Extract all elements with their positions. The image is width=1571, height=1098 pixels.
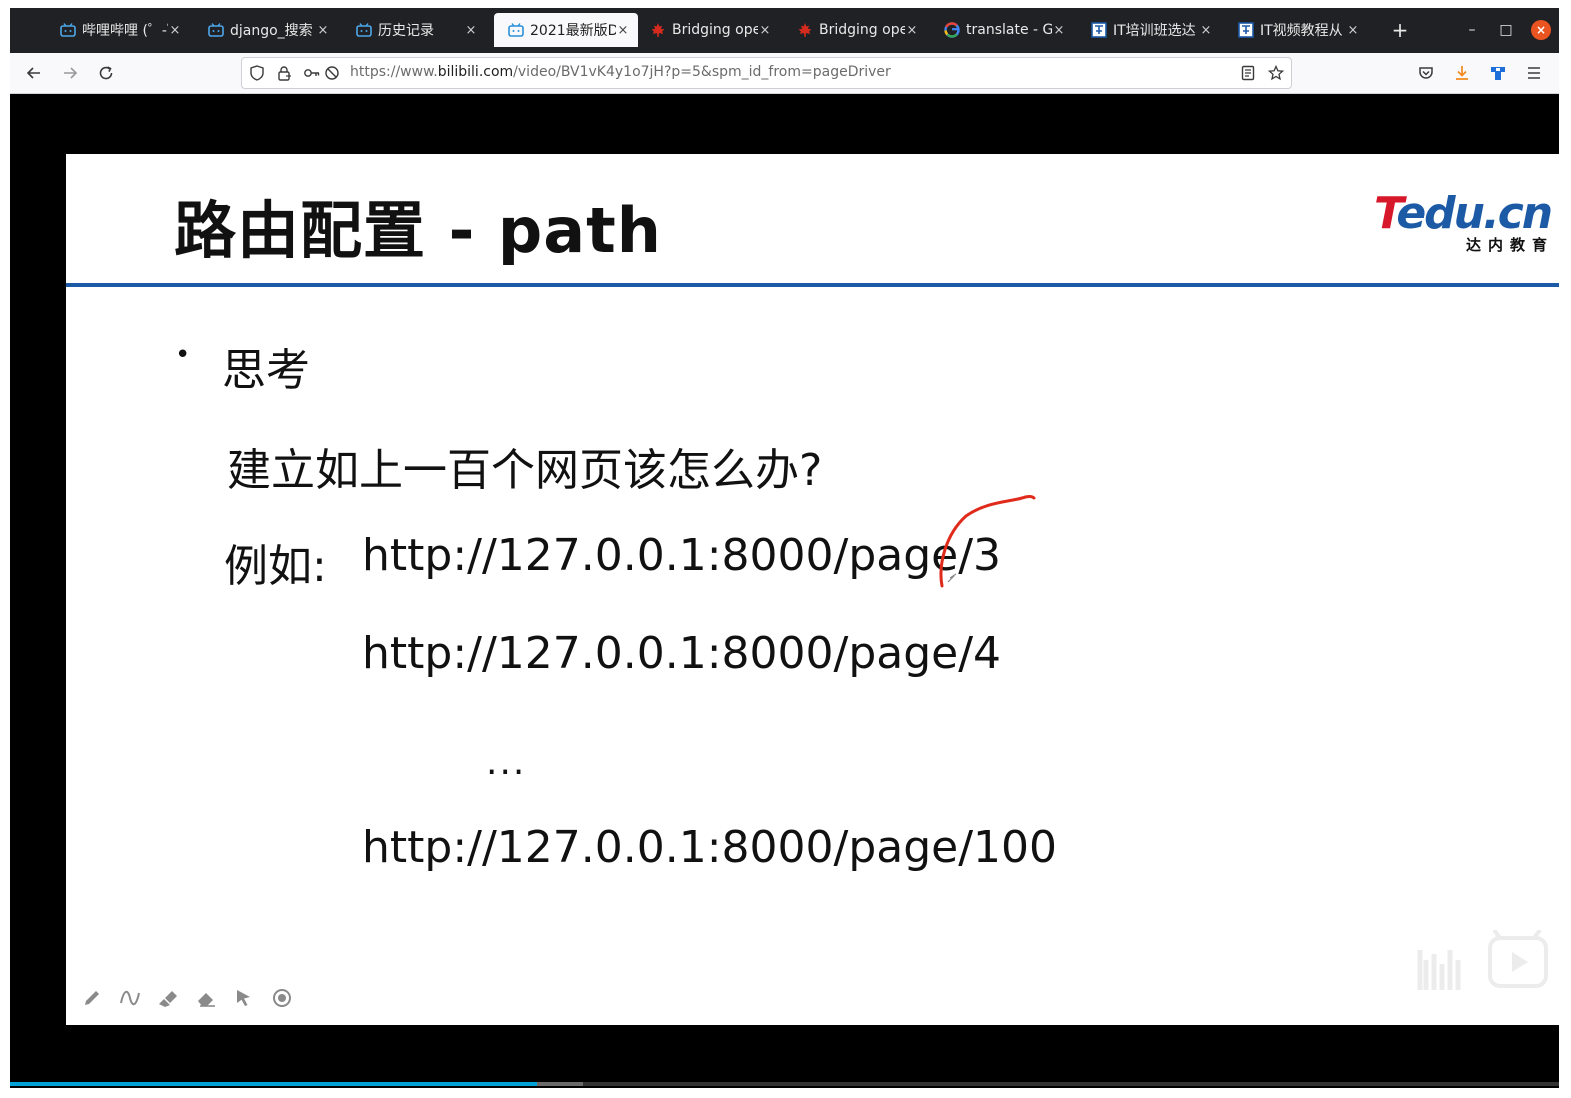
curve-tool-icon[interactable]	[118, 986, 142, 1010]
tab-label: translate - Go	[966, 22, 1052, 38]
title-divider	[66, 283, 1559, 287]
url-path: /video/BV1vK4y1o7jH?p=5&spm_id_from=page…	[513, 64, 891, 80]
address-bar[interactable]: https://www.bilibili.com/video/BV1vK4y1o…	[241, 57, 1292, 89]
reload-icon	[99, 66, 113, 80]
question-text: 建立如上一百个网页该怎么办?	[227, 445, 823, 496]
close-icon[interactable]: ×	[1199, 23, 1213, 38]
download-icon	[1456, 66, 1468, 80]
extension-button[interactable]	[1484, 59, 1512, 87]
bookmark-star-icon[interactable]	[1267, 64, 1285, 82]
bullet-heading: 思考	[222, 345, 310, 396]
bullet-marker: •	[175, 340, 191, 370]
tedu-logo: Tedu.cn	[1374, 188, 1553, 239]
tedu-icon	[1091, 22, 1107, 38]
example-url: http://127.0.0.1:8000/page/3	[362, 530, 1002, 581]
tab-history[interactable]: 历史记录 ×	[342, 13, 486, 47]
bilibili-icon	[60, 22, 76, 38]
tracking-blocked-icon[interactable]	[323, 64, 341, 82]
tedu-icon	[1238, 22, 1254, 38]
minimize-button[interactable]: –	[1462, 20, 1482, 40]
example-label: 例如:	[224, 541, 327, 592]
forward-button[interactable]	[56, 59, 84, 87]
google-icon	[944, 22, 960, 38]
close-icon[interactable]: ×	[1346, 23, 1360, 38]
tab-label: 历史记录	[378, 23, 434, 39]
tab-bilibili-home[interactable]: 哔哩哔哩 (゜-゜ ×	[46, 13, 190, 47]
highlighter-tool-icon[interactable]	[156, 986, 180, 1010]
tab-django-video[interactable]: 2021最新版Dj ×	[494, 13, 638, 47]
close-icon[interactable]: ×	[1052, 23, 1066, 38]
pocket-button[interactable]	[1412, 59, 1440, 87]
tab-label: 2021最新版Dj	[530, 23, 616, 39]
pocket-icon	[1419, 67, 1433, 79]
eraser-tool-icon[interactable]	[194, 986, 218, 1010]
arrow-right-icon	[64, 67, 78, 79]
maple-leaf-icon	[650, 22, 666, 38]
shield-icon[interactable]	[248, 64, 266, 82]
example-url: http://127.0.0.1:8000/page/4	[362, 628, 1002, 679]
close-icon[interactable]: ×	[905, 23, 919, 38]
window-close-button[interactable]: ×	[1531, 20, 1551, 40]
tab-strip: 哔哩哔哩 (゜-゜ × django_搜索 × 历史记录 × 2021最新版Dj…	[10, 8, 1559, 53]
tab-label: IT视频教程从	[1260, 23, 1343, 39]
maple-leaf-icon	[797, 22, 813, 38]
extension-icon	[1491, 67, 1505, 80]
close-icon[interactable]: ×	[758, 23, 772, 38]
record-tool-icon[interactable]	[270, 986, 294, 1010]
url-prefix: https://www.	[350, 64, 438, 80]
url-text[interactable]: https://www.bilibili.com/video/BV1vK4y1o…	[350, 64, 891, 80]
back-button[interactable]	[20, 59, 48, 87]
example-url: http://127.0.0.1:8000/page/100	[362, 822, 1058, 873]
slide-title: 路由配置 - path	[174, 194, 662, 267]
video-slide[interactable]: 路由配置 - path Tedu.cn 达内教育 • 思考 建立如上一百个网页该…	[66, 154, 1559, 1025]
reload-button[interactable]	[92, 59, 120, 87]
bilibili-icon	[508, 22, 524, 38]
permissions-icon[interactable]	[303, 64, 321, 82]
close-icon[interactable]: ×	[616, 23, 630, 38]
bilibili-watermark-icon	[1417, 930, 1548, 990]
menu-button[interactable]	[1520, 59, 1548, 87]
navigation-bar: https://www.bilibili.com/video/BV1vK4y1o…	[10, 53, 1559, 94]
close-icon[interactable]: ×	[464, 23, 478, 38]
lock-icon[interactable]	[275, 64, 293, 82]
url-domain: bilibili.com	[437, 64, 514, 80]
browser-window: 哔哩哔哩 (゜-゜ × django_搜索 × 历史记录 × 2021最新版Dj…	[10, 8, 1559, 1088]
reader-view-icon[interactable]	[1239, 64, 1257, 82]
progress-buffered	[536, 1082, 584, 1086]
tab-label: Bridging oper	[672, 22, 758, 38]
video-progress-bar[interactable]	[10, 1082, 1559, 1086]
tab-tedu-training[interactable]: IT培训班选达 ×	[1077, 13, 1221, 47]
pointer-tool-icon[interactable]	[232, 986, 256, 1010]
tab-label: Bridging oper	[819, 22, 905, 38]
tab-django-search[interactable]: django_搜索 ×	[194, 13, 338, 47]
progress-played	[10, 1082, 537, 1086]
tab-tedu-videos[interactable]: IT视频教程从 ×	[1224, 13, 1368, 47]
annotation-toolbar	[80, 986, 294, 1010]
close-icon[interactable]: ×	[316, 23, 330, 38]
logo-letter: T	[1374, 188, 1398, 239]
bilibili-icon	[356, 22, 372, 38]
logo-text: edu.cn	[1396, 188, 1553, 239]
pen-annotation	[939, 495, 1036, 588]
downloads-button[interactable]	[1448, 59, 1476, 87]
tab-bridging-1[interactable]: Bridging oper ×	[636, 13, 780, 47]
maximize-button[interactable]: □	[1496, 20, 1516, 40]
ellipsis: ...	[486, 742, 527, 783]
bilibili-icon	[208, 22, 224, 38]
tab-label: 哔哩哔哩 (゜-゜	[82, 23, 168, 39]
pen-tool-icon[interactable]	[80, 986, 104, 1010]
tab-translate[interactable]: translate - Go ×	[930, 13, 1074, 47]
tab-bridging-2[interactable]: Bridging oper ×	[783, 13, 927, 47]
tab-label: django_搜索	[230, 23, 313, 39]
logo-subtitle: 达内教育	[1466, 236, 1555, 254]
tab-label: IT培训班选达	[1113, 23, 1196, 39]
new-tab-button[interactable]: +	[1388, 18, 1412, 42]
hamburger-menu-icon	[1528, 67, 1540, 79]
close-icon[interactable]: ×	[168, 23, 182, 38]
arrow-left-icon	[26, 67, 40, 79]
